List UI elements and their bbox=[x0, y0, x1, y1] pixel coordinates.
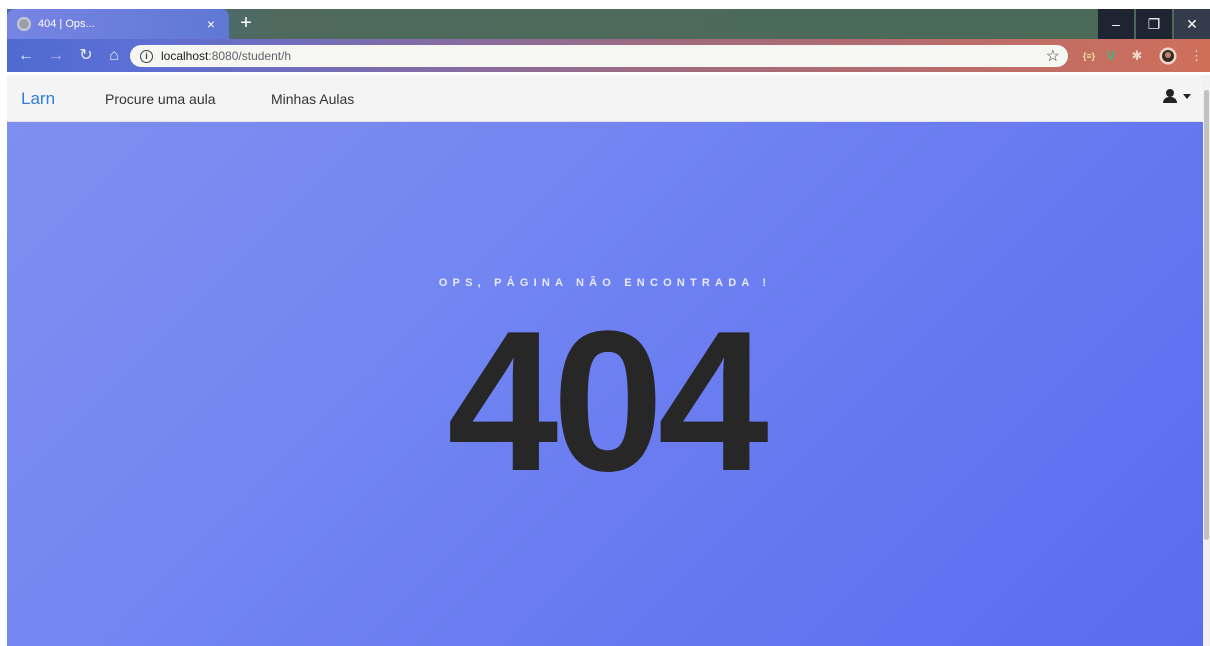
vue-extension-icon[interactable]: V bbox=[1102, 47, 1120, 65]
address-bar[interactable]: i localhost:8080/student/h ☆ bbox=[130, 45, 1068, 67]
globe-icon bbox=[17, 17, 31, 31]
error-code: 404 bbox=[447, 290, 769, 513]
info-icon[interactable]: i bbox=[140, 49, 153, 63]
forward-arrow-icon[interactable]: → bbox=[46, 46, 66, 66]
browser-menu-icon[interactable]: ⋮ bbox=[1190, 47, 1203, 65]
user-menu-toggle[interactable] bbox=[1163, 89, 1191, 103]
url-text: localhost:8080/student/h bbox=[161, 49, 291, 63]
error-panel: OPS, PÁGINA NÃO ENCONTRADA ! 404 bbox=[7, 122, 1203, 646]
tab-close-button[interactable]: × bbox=[203, 16, 219, 32]
new-tab-button[interactable]: + bbox=[236, 11, 256, 35]
url-host: localhost bbox=[161, 49, 209, 63]
site-navbar: Larn Procure uma aula Minhas Aulas bbox=[7, 75, 1203, 122]
reload-icon[interactable]: ↻ bbox=[76, 46, 96, 66]
url-path: :8080/student/h bbox=[208, 49, 292, 63]
error-subtitle: OPS, PÁGINA NÃO ENCONTRADA ! bbox=[438, 277, 772, 289]
restore-button[interactable]: ❐ bbox=[1136, 9, 1172, 39]
back-arrow-icon[interactable]: ← bbox=[16, 46, 36, 66]
home-icon[interactable]: ⌂ bbox=[104, 46, 124, 66]
caret-down-icon bbox=[1183, 93, 1191, 99]
tab-title: 404 | Ops... bbox=[38, 18, 95, 30]
brand-logo[interactable]: Larn bbox=[21, 89, 55, 109]
scrollbar-thumb[interactable] bbox=[1204, 90, 1209, 540]
nav-link-procure[interactable]: Procure uma aula bbox=[105, 91, 216, 107]
browser-tab[interactable]: 404 | Ops... × bbox=[7, 9, 229, 39]
close-window-button[interactable]: ✕ bbox=[1174, 9, 1210, 39]
puzzle-extension-icon[interactable]: ✱ bbox=[1128, 47, 1146, 65]
user-icon bbox=[1163, 89, 1177, 103]
nav-link-minhas-aulas[interactable]: Minhas Aulas bbox=[271, 91, 354, 107]
profile-avatar[interactable] bbox=[1158, 47, 1178, 70]
minimize-button[interactable]: – bbox=[1098, 9, 1134, 39]
bookmark-star-icon[interactable]: ☆ bbox=[1046, 46, 1060, 66]
json-extension-icon[interactable]: {≡} bbox=[1078, 47, 1100, 65]
